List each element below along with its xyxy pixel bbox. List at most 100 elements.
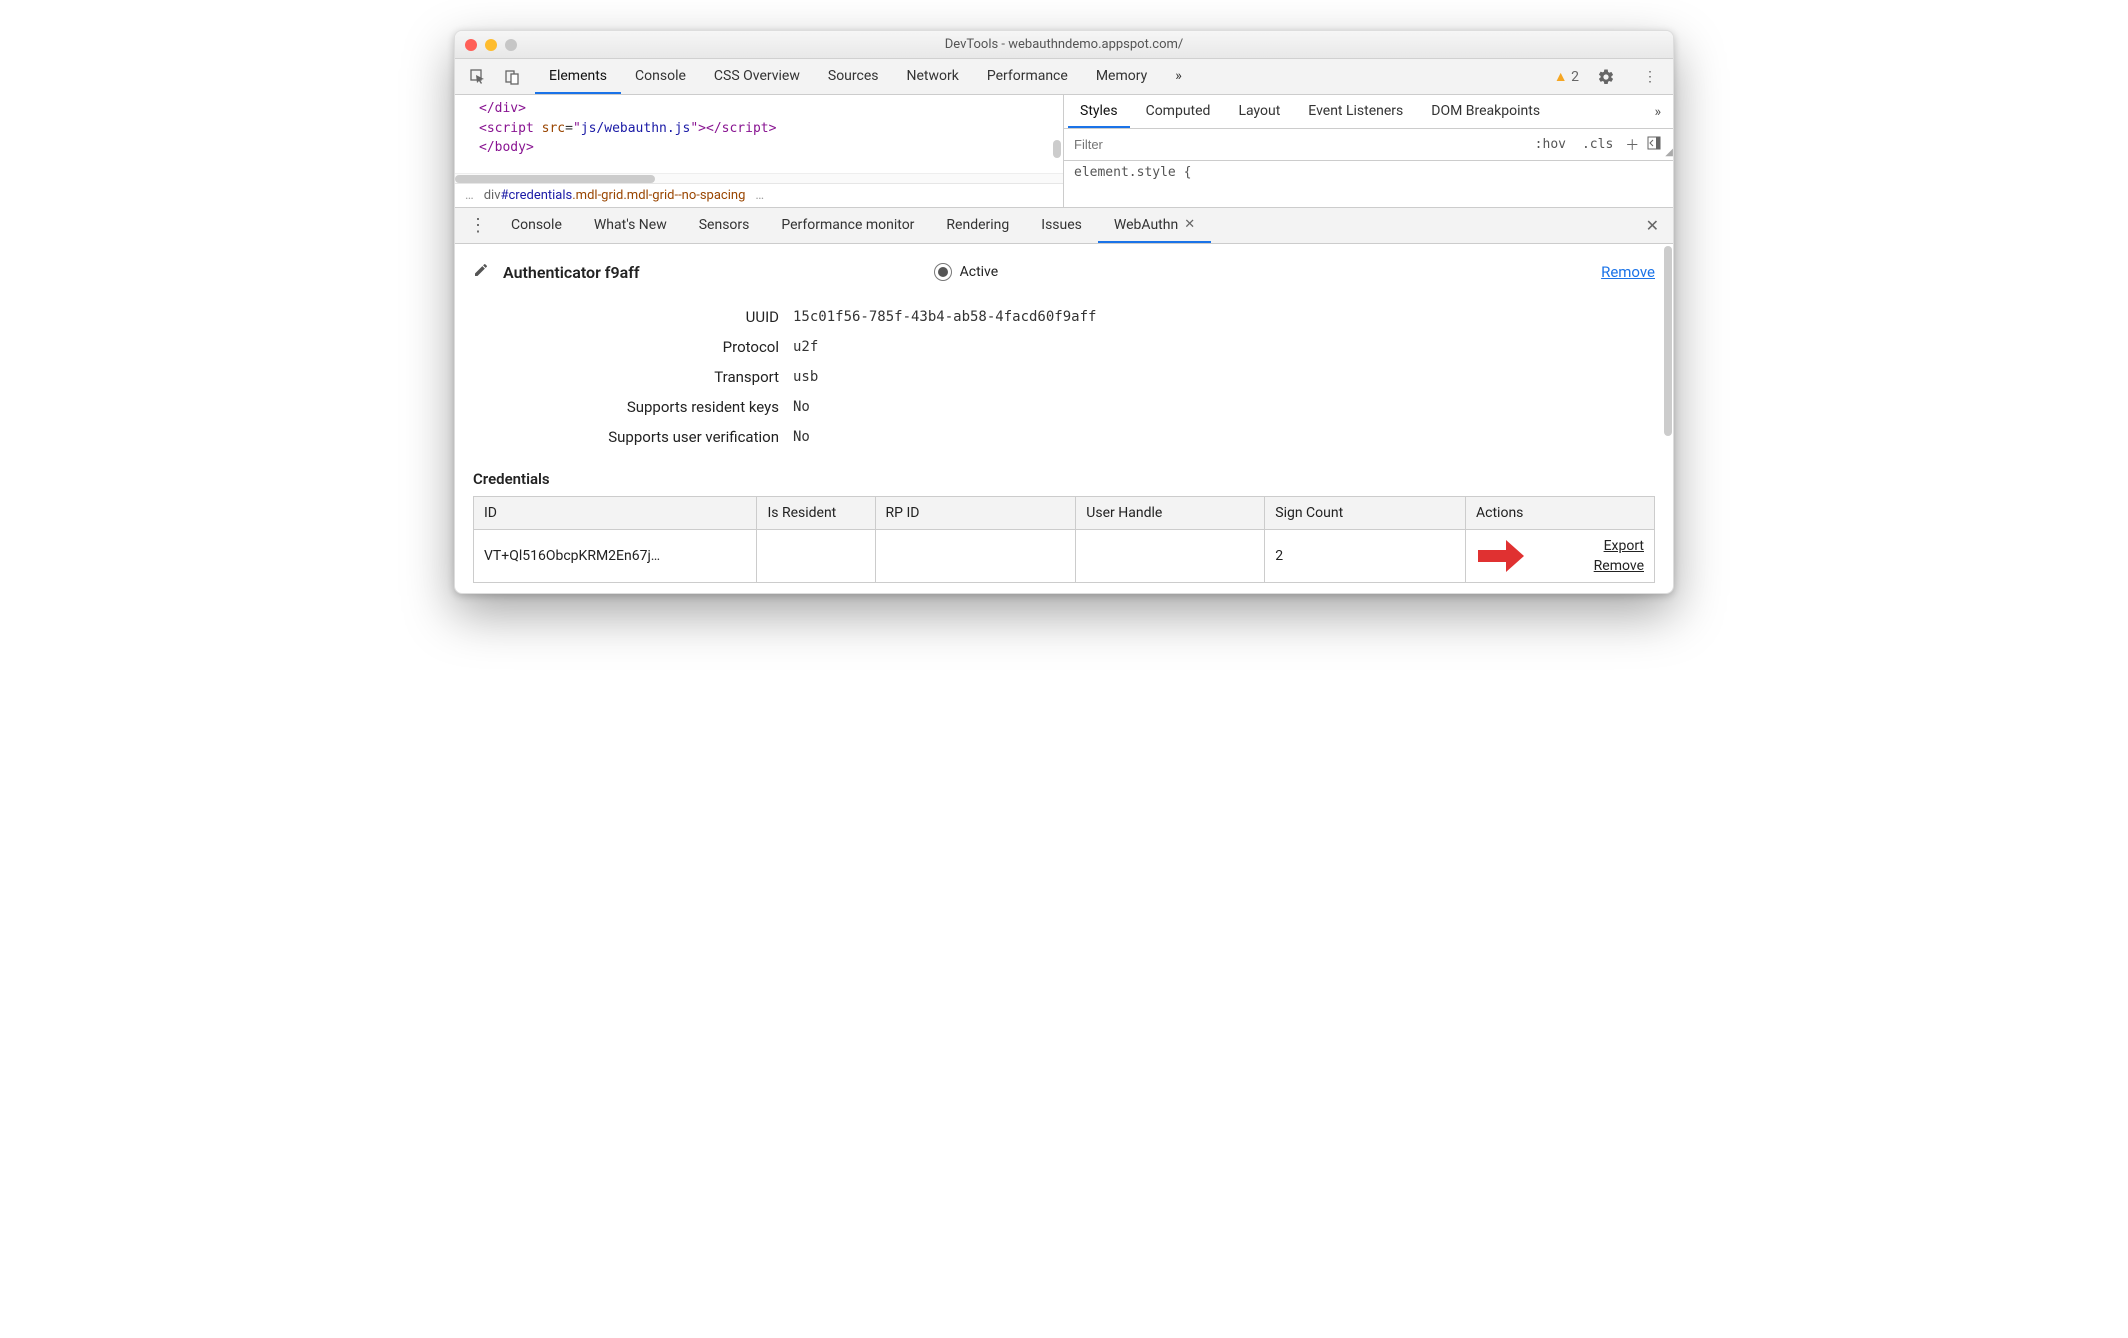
tab-network[interactable]: Network [892,59,972,94]
elements-tree-pane: </div> <script src="js/webauthn.js"></sc… [455,95,1064,207]
styles-tab-event-listeners[interactable]: Event Listeners [1296,95,1415,128]
styles-tab-computed[interactable]: Computed [1134,95,1223,128]
credentials-heading: Credentials [473,470,1655,488]
styles-tabs-overflow[interactable]: » [1646,104,1669,120]
horizontal-scrollbar[interactable] [455,173,1063,183]
cell-sign-count: 2 [1265,530,1466,583]
cell-actions: Export Remove [1466,530,1655,583]
tab-sources[interactable]: Sources [814,59,893,94]
inspect-icon[interactable] [467,66,489,88]
styles-tab-layout[interactable]: Layout [1226,95,1292,128]
code-line-1: </div> [479,101,526,116]
settings-icon[interactable] [1595,66,1617,88]
drawer-tab-console[interactable]: Console [495,208,578,243]
col-is-resident: Is Resident [757,497,875,530]
styles-filter-input[interactable] [1064,129,1527,160]
styles-tabs: Styles Computed Layout Event Listeners D… [1064,95,1673,129]
edit-icon[interactable] [473,262,489,282]
prop-value-protocol: u2f [793,339,818,355]
active-radio[interactable] [934,263,952,281]
breadcrumb-overflow-right[interactable]: … [755,188,764,203]
authenticator-properties: UUID15c01f56-785f-43b4-ab58-4facd60f9aff… [473,302,1655,452]
prop-row: Protocolu2f [473,332,1655,362]
drawer-tab-sensors[interactable]: Sensors [683,208,766,243]
prop-value-transport: usb [793,369,818,385]
styles-pane: Styles Computed Layout Event Listeners D… [1064,95,1673,207]
scrollbar-thumb[interactable] [1664,246,1672,436]
panel-vertical-scrollbar[interactable] [1663,244,1673,593]
cell-is-resident [757,530,875,583]
active-radio-group: Active [934,263,999,281]
tab-elements[interactable]: Elements [535,59,621,94]
window-title: DevTools - webauthndemo.appspot.com/ [455,37,1673,52]
drawer-tab-whats-new[interactable]: What's New [578,208,683,243]
elements-styles-split: </div> <script src="js/webauthn.js"></sc… [455,95,1673,208]
warning-icon: ▲ [1554,69,1568,85]
drawer-tab-performance-monitor[interactable]: Performance monitor [765,208,930,243]
remove-credential-link[interactable]: Remove [1594,558,1644,574]
prop-value-uuid: 15c01f56-785f-43b4-ab58-4facd60f9aff [793,309,1096,325]
styles-tab-styles[interactable]: Styles [1068,95,1130,128]
tab-console[interactable]: Console [621,59,700,94]
drawer-menu-icon[interactable]: ⋮ [461,215,495,236]
styles-tab-dom-breakpoints[interactable]: DOM Breakpoints [1419,95,1552,128]
breadcrumb[interactable]: … div#credentials.mdl-grid.mdl-grid--no-… [455,183,1063,207]
prop-label-transport: Transport [473,368,793,386]
col-rp-id: RP ID [875,497,1076,530]
tab-css-overview[interactable]: CSS Overview [700,59,814,94]
cell-rp-id [875,530,1076,583]
prop-label-resident: Supports resident keys [473,398,793,416]
scrollbar-thumb[interactable] [455,175,655,183]
close-tab-icon[interactable]: ✕ [1184,217,1195,232]
webauthn-panel: Authenticator f9aff Active Remove UUID15… [455,244,1673,593]
titlebar: DevTools - webauthndemo.appspot.com/ [455,31,1673,59]
drawer-tab-rendering[interactable]: Rendering [930,208,1025,243]
breadcrumb-node[interactable]: div#credentials.mdl-grid.mdl-grid--no-sp… [484,188,746,203]
warning-count: 2 [1571,69,1579,85]
authenticator-name: Authenticator f9aff [503,263,640,282]
authenticator-header: Authenticator f9aff Active Remove [473,262,1655,282]
drawer-tabs: ⋮ Console What's New Sensors Performance… [455,208,1673,244]
toggle-sidebar-icon[interactable] [1643,136,1665,154]
annotation-arrow-icon [1476,538,1526,574]
drawer-tab-webauthn[interactable]: WebAuthn✕ [1098,208,1211,243]
tab-memory[interactable]: Memory [1082,59,1161,94]
prop-row: Supports user verificationNo [473,422,1655,452]
close-drawer-icon[interactable]: ✕ [1638,216,1667,235]
prop-value-uv: No [793,429,810,445]
col-id: ID [474,497,757,530]
prop-row: UUID15c01f56-785f-43b4-ab58-4facd60f9aff [473,302,1655,332]
style-rule[interactable]: element.style { [1064,161,1673,184]
dom-source[interactable]: </div> <script src="js/webauthn.js"></sc… [455,95,1063,173]
cell-user-handle [1076,530,1265,583]
vertical-scrollbar[interactable] [1053,140,1061,158]
hov-toggle[interactable]: :hov [1527,137,1574,152]
prop-value-resident: No [793,399,810,415]
new-style-rule-icon[interactable]: ＋ [1621,135,1643,155]
active-label: Active [960,264,999,280]
tabs-overflow[interactable]: » [1161,59,1196,94]
warning-badge[interactable]: ▲ 2 [1554,68,1579,85]
table-header-row: ID Is Resident RP ID User Handle Sign Co… [474,497,1655,530]
credentials-table: ID Is Resident RP ID User Handle Sign Co… [473,496,1655,583]
device-toggle-icon[interactable] [501,66,523,88]
code-line-3: </body> [479,140,534,155]
cls-toggle[interactable]: .cls [1574,137,1621,152]
more-icon[interactable]: ⋮ [1639,66,1661,88]
prop-row: Supports resident keysNo [473,392,1655,422]
tab-performance[interactable]: Performance [973,59,1082,94]
remove-authenticator-link[interactable]: Remove [1601,263,1655,281]
drawer-tab-issues[interactable]: Issues [1025,208,1098,243]
main-toolbar: Elements Console CSS Overview Sources Ne… [455,59,1673,95]
col-sign-count: Sign Count [1265,497,1466,530]
export-credential-link[interactable]: Export [1604,538,1644,554]
prop-label-protocol: Protocol [473,338,793,356]
styles-filter-row: :hov .cls ＋ ◢ [1064,129,1673,161]
table-row: VT+Ql516ObcpKRM2En67j… 2 Export Remove [474,530,1655,583]
prop-row: Transportusb [473,362,1655,392]
cell-id: VT+Ql516ObcpKRM2En67j… [474,530,757,583]
prop-label-uuid: UUID [473,308,793,326]
main-tabs: Elements Console CSS Overview Sources Ne… [535,59,1196,94]
breadcrumb-overflow-left[interactable]: … [465,188,474,203]
prop-label-uv: Supports user verification [473,428,793,446]
